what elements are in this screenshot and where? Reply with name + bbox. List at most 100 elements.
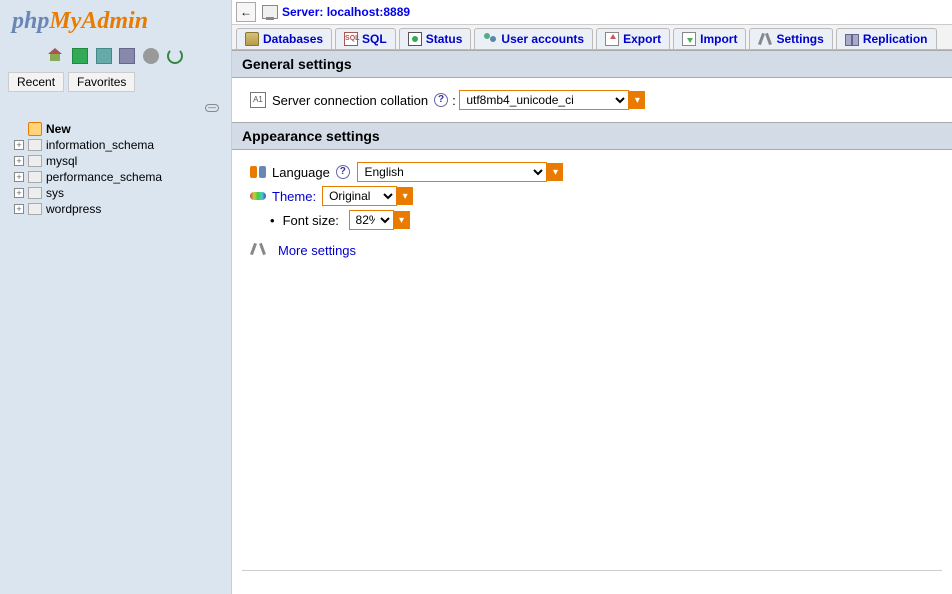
more-settings-row: More settings — [250, 242, 934, 258]
select-dropdown-icon[interactable]: ▾ — [629, 91, 645, 109]
main: ← Server: localhost:8889 Databases SQLSQ… — [232, 0, 952, 594]
help-icon[interactable]: ? — [434, 93, 448, 107]
logout-icon[interactable] — [72, 48, 88, 64]
fontsize-select[interactable]: 82% — [349, 210, 394, 230]
replication-icon — [845, 32, 859, 46]
tab-label: Settings — [776, 32, 823, 46]
select-dropdown-icon[interactable]: ▾ — [394, 211, 410, 229]
users-icon — [483, 32, 497, 46]
main-tabs: Databases SQL SQL Status User accounts Ex… — [232, 25, 952, 50]
expand-icon[interactable]: + — [14, 156, 24, 166]
tab-databases[interactable]: Databases — [236, 28, 332, 49]
general-settings-body: A1 Server connection collation ? : utf8m… — [232, 78, 952, 122]
theme-select[interactable]: Original — [322, 186, 397, 206]
db-label: wordpress — [46, 202, 101, 216]
expand-icon[interactable]: + — [14, 204, 24, 214]
fontsize-label: Font size: — [283, 213, 339, 228]
tab-user-accounts[interactable]: User accounts — [474, 28, 593, 49]
database-icon — [28, 171, 42, 183]
collation-icon: A1 — [250, 92, 266, 108]
database-icon — [28, 139, 42, 151]
db-label: performance_schema — [46, 170, 162, 184]
help-icon[interactable]: ? — [336, 165, 350, 179]
db-label: sys — [46, 186, 64, 200]
tab-label: Databases — [263, 32, 323, 46]
language-label: Language — [272, 165, 330, 180]
theme-icon — [250, 188, 266, 204]
database-icon — [245, 32, 259, 46]
tree-db-wordpress[interactable]: + wordpress — [4, 201, 227, 217]
tab-export[interactable]: Export — [596, 28, 670, 49]
expand-icon[interactable]: + — [14, 140, 24, 150]
home-icon[interactable] — [48, 48, 64, 64]
server-prefix: Server: — [282, 5, 327, 19]
reload-icon[interactable] — [167, 48, 183, 64]
sql-icon: SQL — [344, 32, 358, 46]
appearance-settings-body: Language ? English ▾ Theme: Original — [232, 150, 952, 270]
tab-replication[interactable]: Replication — [836, 28, 937, 49]
server-value: localhost:8889 — [327, 5, 410, 19]
export-icon — [605, 32, 619, 46]
db-label: mysql — [46, 154, 77, 168]
tab-sql[interactable]: SQL SQL — [335, 28, 396, 49]
tree-db-sys[interactable]: + sys — [4, 185, 227, 201]
collation-row: A1 Server connection collation ? : utf8m… — [250, 90, 934, 110]
language-select[interactable]: English — [357, 162, 547, 182]
docs-icon[interactable] — [119, 48, 135, 64]
import-icon — [682, 32, 696, 46]
tab-status[interactable]: Status — [399, 28, 472, 49]
tab-settings[interactable]: Settings — [749, 28, 832, 49]
settings-icon — [758, 32, 772, 46]
tab-import[interactable]: Import — [673, 28, 746, 49]
status-icon — [408, 32, 422, 46]
content: General settings A1 Server connection co… — [232, 50, 952, 594]
database-icon — [28, 155, 42, 167]
collation-label: Server connection collation — [272, 93, 428, 108]
query-window-icon[interactable] — [96, 48, 112, 64]
tools-icon — [250, 242, 266, 258]
select-dropdown-icon[interactable]: ▾ — [547, 163, 563, 181]
recent-tab[interactable]: Recent — [8, 72, 64, 92]
db-label: information_schema — [46, 138, 154, 152]
language-icon — [250, 164, 266, 180]
select-dropdown-icon[interactable]: ▾ — [397, 187, 413, 205]
tree-db-mysql[interactable]: + mysql — [4, 153, 227, 169]
tree-db-information-schema[interactable]: + information_schema — [4, 137, 227, 153]
tree-new[interactable]: New — [4, 121, 227, 137]
tab-label: Replication — [863, 32, 928, 46]
expand-icon[interactable]: + — [14, 172, 24, 182]
sidebar-toolbar — [0, 43, 231, 68]
new-db-icon — [28, 122, 42, 136]
sidebar-mini-tabs: Recent Favorites — [0, 68, 231, 96]
logo-part1: php — [12, 8, 49, 34]
database-icon — [28, 187, 42, 199]
tab-label: SQL — [362, 32, 387, 46]
divider — [242, 570, 942, 571]
favorites-tab[interactable]: Favorites — [68, 72, 135, 92]
tab-label: Status — [426, 32, 463, 46]
topbar: ← Server: localhost:8889 — [232, 0, 952, 25]
more-settings-link[interactable]: More settings — [278, 243, 356, 258]
database-tree: New + information_schema + mysql + perfo… — [0, 115, 231, 223]
theme-row: Theme: Original ▾ — [250, 186, 934, 206]
collapse-nav-icon[interactable]: — — [205, 104, 219, 112]
tab-label: User accounts — [501, 32, 584, 46]
colon: : — [452, 93, 456, 108]
logo[interactable]: phpMyAdmin — [0, 0, 231, 43]
language-row: Language ? English ▾ — [250, 162, 934, 182]
tree-new-label: New — [46, 122, 71, 136]
tab-label: Export — [623, 32, 661, 46]
fontsize-row: Font size: 82% ▾ — [250, 210, 934, 230]
sidebar: phpMyAdmin Recent Favorites — New + info… — [0, 0, 232, 594]
appearance-settings-header: Appearance settings — [232, 122, 952, 150]
database-icon — [28, 203, 42, 215]
breadcrumb-server[interactable]: Server: localhost:8889 — [262, 5, 410, 19]
tree-db-performance-schema[interactable]: + performance_schema — [4, 169, 227, 185]
server-icon — [262, 5, 278, 19]
expand-icon[interactable]: + — [14, 188, 24, 198]
theme-label-link[interactable]: Theme: — [272, 189, 316, 204]
collation-select[interactable]: utf8mb4_unicode_ci — [459, 90, 629, 110]
nav-settings-icon[interactable] — [143, 48, 159, 64]
logo-part2: MyAdmin — [49, 8, 148, 34]
back-button[interactable]: ← — [236, 2, 256, 22]
